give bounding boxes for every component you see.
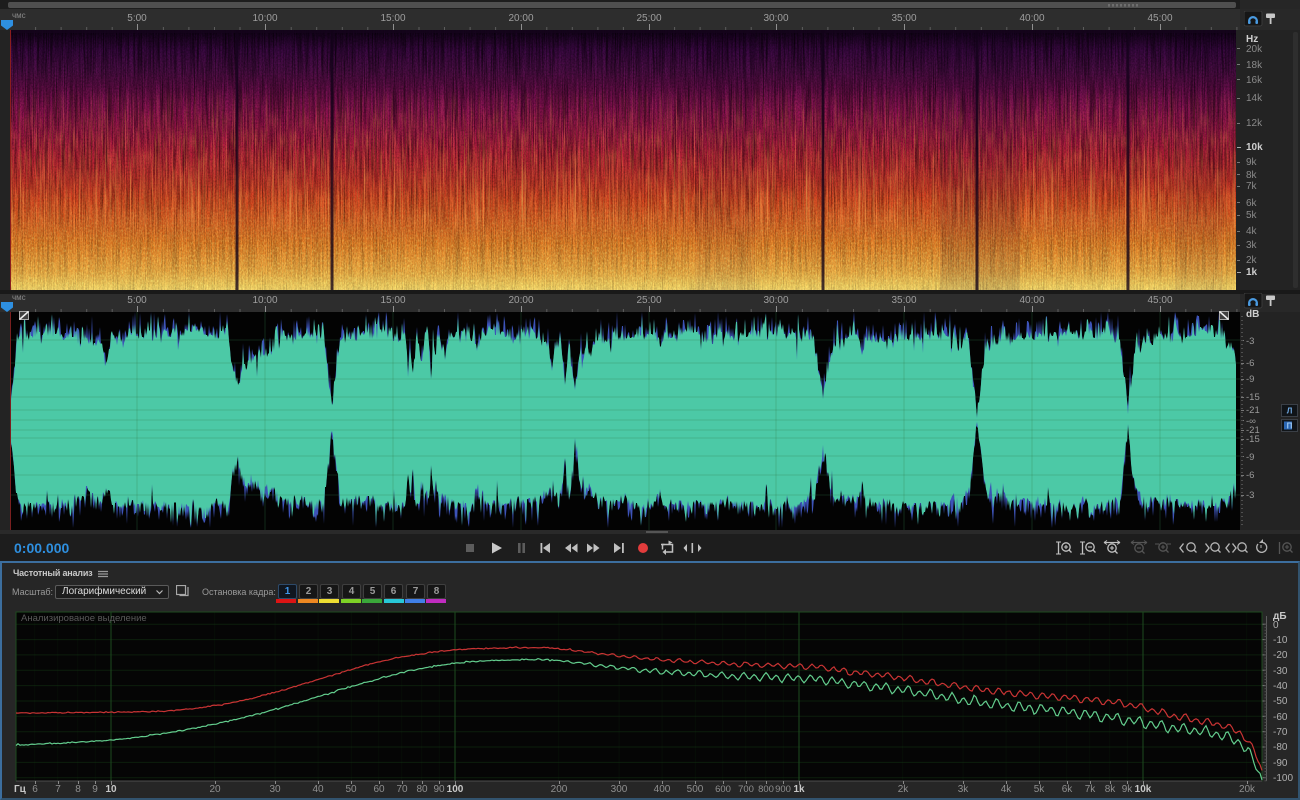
svg-text:0: 0 [1273,620,1279,631]
svg-text:-40: -40 [1273,681,1288,692]
svg-text:80: 80 [416,784,428,795]
svg-text:-30: -30 [1273,666,1288,677]
svg-text:5k: 5k [1034,784,1046,795]
svg-text:dB: dB [1246,309,1259,320]
svg-text:П: П [1287,422,1293,431]
svg-text:8: 8 [75,784,81,795]
svg-text:-80: -80 [1273,742,1288,753]
svg-text:-6: -6 [1246,470,1254,481]
svg-text:4k: 4k [1001,784,1013,795]
svg-text:7: 7 [55,784,61,795]
svg-text:1k: 1k [793,784,805,795]
svg-text:-60: -60 [1273,712,1288,723]
svg-text:3k: 3k [958,784,970,795]
svg-text:-15: -15 [1246,392,1260,403]
svg-text:9: 9 [92,784,98,795]
svg-text:-70: -70 [1273,727,1288,738]
svg-text:-90: -90 [1273,758,1288,769]
svg-text:Л: Л [1287,407,1293,416]
svg-text:-20: -20 [1273,650,1288,661]
svg-text:700: 700 [738,784,754,795]
svg-text:40: 40 [312,784,324,795]
svg-text:20k: 20k [1239,784,1256,795]
svg-text:100: 100 [447,784,464,795]
svg-text:-9: -9 [1246,452,1254,463]
svg-text:-10: -10 [1273,635,1288,646]
svg-text:-15: -15 [1246,434,1260,445]
svg-text:20: 20 [209,784,221,795]
svg-text:200: 200 [551,784,568,795]
svg-text:2k: 2k [898,784,910,795]
svg-text:6: 6 [32,784,38,795]
svg-text:600: 600 [715,784,731,795]
svg-text:7k: 7k [1085,784,1097,795]
svg-text:Гц: Гц [14,784,27,795]
svg-text:-100: -100 [1273,773,1293,784]
svg-text:-6: -6 [1246,358,1254,369]
svg-text:60: 60 [373,784,385,795]
svg-text:-9: -9 [1246,374,1254,385]
svg-text:10k: 10k [1135,784,1152,795]
svg-text:-3: -3 [1246,336,1254,347]
svg-text:50: 50 [345,784,357,795]
svg-text:400: 400 [654,784,671,795]
svg-text:-3: -3 [1246,490,1254,501]
svg-text:300: 300 [611,784,628,795]
svg-text:-50: -50 [1273,696,1288,707]
svg-text:900: 900 [775,784,791,795]
svg-text:500: 500 [687,784,704,795]
svg-text:10: 10 [105,784,117,795]
svg-text:90: 90 [433,784,445,795]
svg-text:70: 70 [396,784,408,795]
svg-text:6k: 6k [1062,784,1074,795]
svg-text:9k: 9k [1122,784,1134,795]
svg-text:-21: -21 [1246,405,1260,416]
svg-text:800: 800 [758,784,774,795]
svg-text:30: 30 [269,784,281,795]
svg-text:8k: 8k [1105,784,1117,795]
